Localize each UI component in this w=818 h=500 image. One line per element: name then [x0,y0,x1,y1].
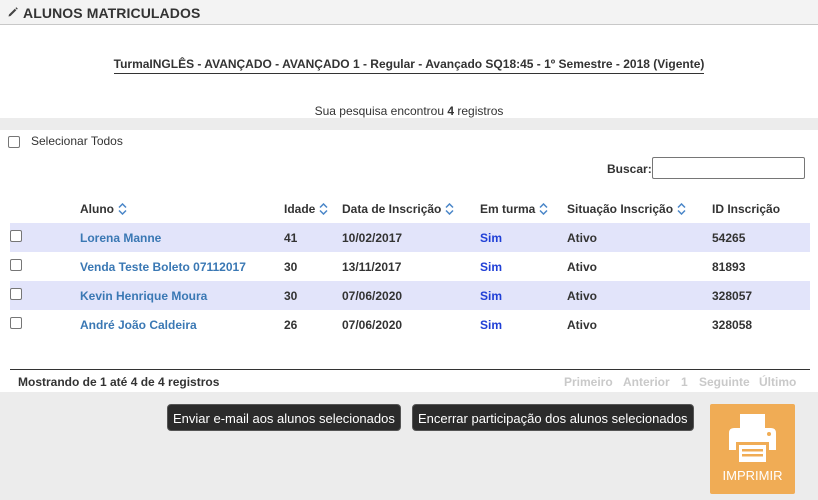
student-age: 41 [284,223,342,252]
pager-previous[interactable]: Anterior [623,375,670,389]
in-class-status: Sim [480,259,503,274]
row-checkbox[interactable] [10,317,22,329]
pager-last[interactable]: Último [759,375,796,389]
print-button-label: IMPRIMIR [722,468,783,483]
search-label: Buscar: [607,162,652,176]
select-all-checkbox[interactable] [8,136,20,148]
sort-icon [319,202,328,215]
enrollment-status: Ativo [567,317,597,332]
enrollment-id: 54265 [712,223,810,252]
select-all[interactable]: Selecionar Todos [8,134,123,148]
pager-first[interactable]: Primeiro [564,375,613,389]
row-checkbox-cell [10,310,80,339]
pager-next[interactable]: Seguinte [699,375,750,389]
column-header-idade[interactable]: Idade [284,194,342,223]
students-panel: ALUNOS MATRICULADOS TurmaINGLÊS - AVANÇA… [0,0,818,392]
enrollment-status: Ativo [567,281,712,310]
pencil-icon [8,7,18,17]
send-email-button[interactable]: Enviar e-mail aos alunos selecionados [167,404,401,431]
table-row: Lorena Manne 41 10/02/2017 Sim Ativo 542… [10,223,810,252]
enrollment-id: 81893 [712,259,746,274]
panel-header: ALUNOS MATRICULADOS [0,0,818,25]
select-all-label: Selecionar Todos [31,134,123,148]
row-checkbox-cell [10,252,80,281]
sort-icon [677,202,686,215]
sort-icon [539,202,548,215]
student-name-link[interactable]: Lorena Manne [80,223,284,252]
enrollment-date: 13/11/2017 [342,259,402,274]
students-table: Aluno Idade Data de Inscrição Em turma S… [10,194,810,339]
student-name-link[interactable]: Venda Teste Boleto 07112017 [80,252,284,281]
enrollment-status: Ativo [567,259,597,274]
enrollment-date: 07/06/2020 [342,281,480,310]
table-row: André João Caldeira 26 07/06/2020 Sim At… [10,310,810,339]
row-checkbox-cell [10,223,80,252]
student-age: 30 [284,281,342,310]
table-footer-divider [10,369,810,370]
page-title: ALUNOS MATRICULADOS [23,5,201,21]
search-result-text: Sua pesquisa encontrou 4 registros [314,104,504,118]
student-age: 30 [284,259,298,274]
column-header-id-inscricao[interactable]: ID Inscrição [712,194,810,223]
student-name-link[interactable]: Kevin Henrique Moura [80,281,284,310]
row-checkbox[interactable] [10,288,22,300]
pager-page[interactable]: 1 [681,375,688,389]
separator-band [0,118,818,130]
printer-icon [729,414,776,462]
table-row: Venda Teste Boleto 07112017 30 13/11/201… [10,252,810,281]
row-checkbox[interactable] [10,259,22,271]
search-input[interactable] [652,157,805,179]
student-name-link[interactable]: André João Caldeira [80,310,284,339]
enrollment-date: 07/06/2020 [342,317,403,332]
in-class-status: Sim [480,281,567,310]
sort-icon [118,202,127,215]
sort-icon [445,202,454,215]
end-participation-button[interactable]: Encerrar participação dos alunos selecio… [412,404,694,431]
row-checkbox[interactable] [10,230,22,242]
table-header-row: Aluno Idade Data de Inscrição Em turma S… [10,194,810,223]
enrollment-date: 10/02/2017 [342,223,480,252]
enrollment-id: 328057 [712,281,810,310]
turma-title: TurmaINGLÊS - AVANÇADO - AVANÇADO 1 - Re… [0,57,818,74]
student-age: 26 [284,317,298,332]
showing-info: Mostrando de 1 até 4 de 4 registros [18,375,220,389]
table-row: Kevin Henrique Moura 30 07/06/2020 Sim A… [10,281,810,310]
in-class-status: Sim [480,223,567,252]
column-header-aluno[interactable]: Aluno [80,194,284,223]
in-class-status: Sim [480,317,503,332]
enrollment-id: 328058 [712,317,753,332]
row-checkbox-cell [10,281,80,310]
column-header-data-inscricao[interactable]: Data de Inscrição [342,194,480,223]
column-header-situacao[interactable]: Situação Inscrição [567,194,712,223]
column-header-checkbox [10,194,80,223]
print-button[interactable]: IMPRIMIR [710,404,795,494]
enrollment-status: Ativo [567,223,712,252]
column-header-em-turma[interactable]: Em turma [480,194,567,223]
